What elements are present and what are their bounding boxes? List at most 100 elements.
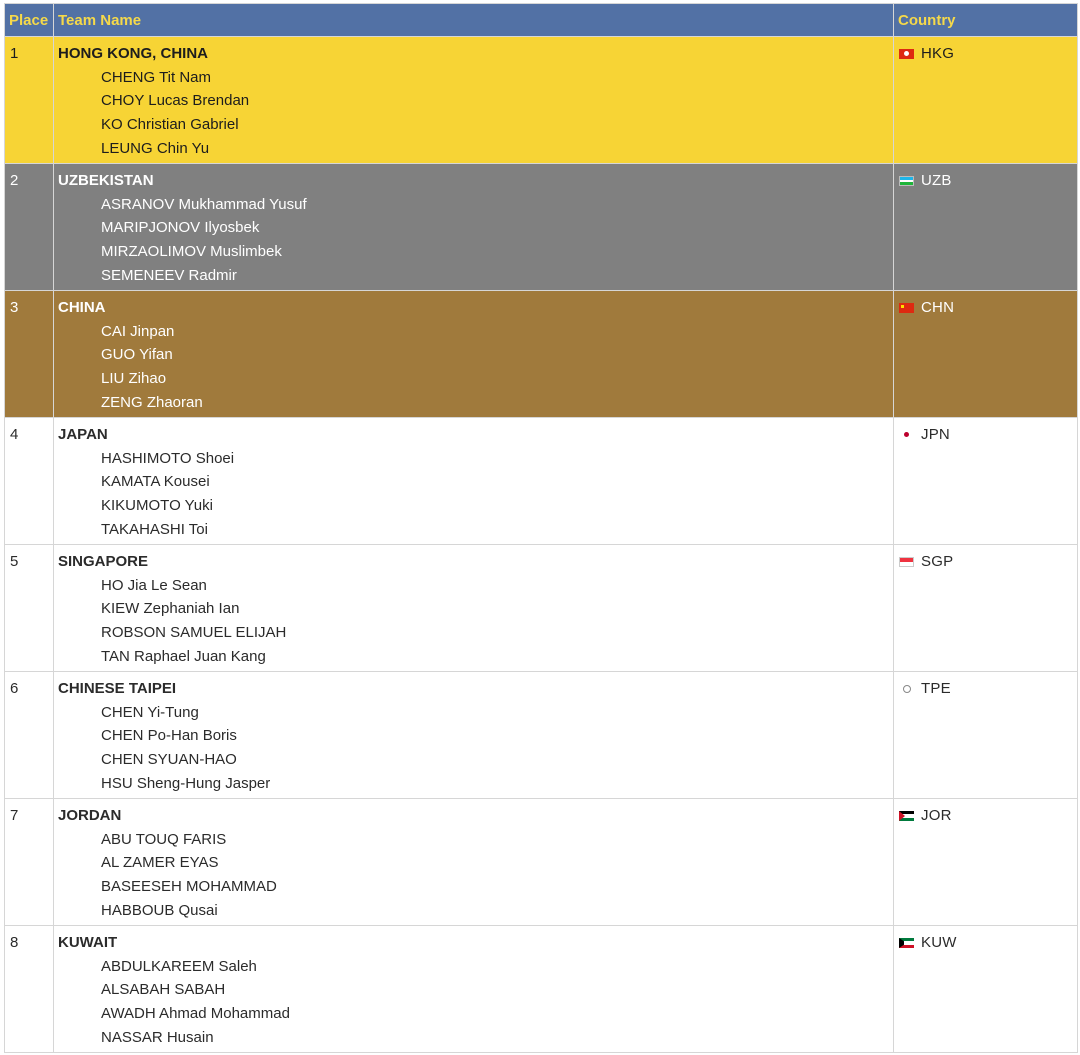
table-header-row: Place Team Name Country bbox=[4, 3, 1078, 37]
team-members: ASRANOV Mukhammad Yusuf MARIPJONOV Ilyos… bbox=[101, 196, 893, 285]
team-member[interactable]: LIU Zihao bbox=[101, 370, 893, 388]
team-members: CAI Jinpan GUO Yifan LIU Zihao ZENG Zhao… bbox=[101, 323, 893, 412]
table-row: 7 JORDAN ABU TOUQ FARIS AL ZAMER EYAS BA… bbox=[4, 798, 1078, 926]
country-code: CHN bbox=[921, 299, 955, 316]
country-code: JPN bbox=[921, 426, 950, 443]
place-cell: 8 bbox=[4, 925, 54, 1053]
team-members: ABDULKAREEM Saleh ALSABAH SABAH AWADH Ah… bbox=[101, 958, 893, 1047]
team-cell: KUWAIT ABDULKAREEM Saleh ALSABAH SABAH A… bbox=[53, 925, 894, 1053]
country: KUW bbox=[899, 934, 1077, 952]
team-member[interactable]: KIEW Zephaniah Ian bbox=[101, 600, 893, 618]
team-member[interactable]: CHEN SYUAN-HAO bbox=[101, 751, 893, 769]
hkg-flag-icon bbox=[899, 49, 914, 59]
team-members: HO Jia Le Sean KIEW Zephaniah Ian ROBSON… bbox=[101, 577, 893, 666]
place-cell: 7 bbox=[4, 798, 54, 926]
country-code: HKG bbox=[921, 45, 955, 62]
team-members: CHENG Tit Nam CHOY Lucas Brendan KO Chri… bbox=[101, 69, 893, 158]
table-row: 1 HONG KONG, CHINA CHENG Tit Nam CHOY Lu… bbox=[4, 36, 1078, 164]
country: SGP bbox=[899, 553, 1077, 571]
place-cell: 6 bbox=[4, 671, 54, 799]
team-name[interactable]: SINGAPORE bbox=[58, 553, 893, 571]
team-cell: SINGAPORE HO Jia Le Sean KIEW Zephaniah … bbox=[53, 544, 894, 672]
team-member[interactable]: MARIPJONOV Ilyosbek bbox=[101, 219, 893, 237]
team-cell: HONG KONG, CHINA CHENG Tit Nam CHOY Luca… bbox=[53, 36, 894, 164]
team-member[interactable]: ZENG Zhaoran bbox=[101, 394, 893, 412]
team-name[interactable]: UZBEKISTAN bbox=[58, 172, 893, 190]
team-member[interactable]: HO Jia Le Sean bbox=[101, 577, 893, 595]
country-cell: HKG bbox=[893, 36, 1078, 164]
place-cell: 4 bbox=[4, 417, 54, 545]
team-name[interactable]: JORDAN bbox=[58, 807, 893, 825]
place-cell: 3 bbox=[4, 290, 54, 418]
team-name[interactable]: KUWAIT bbox=[58, 934, 893, 952]
table-row: 5 SINGAPORE HO Jia Le Sean KIEW Zephania… bbox=[4, 544, 1078, 672]
table-row: 3 CHINA CAI Jinpan GUO Yifan LIU Zihao Z… bbox=[4, 290, 1078, 418]
team-member[interactable]: CHEN Po-Han Boris bbox=[101, 727, 893, 745]
table-row: 6 CHINESE TAIPEI CHEN Yi-Tung CHEN Po-Ha… bbox=[4, 671, 1078, 799]
team-cell: CHINA CAI Jinpan GUO Yifan LIU Zihao ZEN… bbox=[53, 290, 894, 418]
team-cell: UZBEKISTAN ASRANOV Mukhammad Yusuf MARIP… bbox=[53, 163, 894, 291]
team-member[interactable]: KAMATA Kousei bbox=[101, 473, 893, 491]
team-name[interactable]: HONG KONG, CHINA bbox=[58, 45, 893, 63]
country: HKG bbox=[899, 45, 1077, 63]
jor-flag-icon bbox=[899, 811, 914, 821]
kuw-flag-icon bbox=[899, 938, 914, 948]
team-member[interactable]: ROBSON SAMUEL ELIJAH bbox=[101, 624, 893, 642]
country-cell: JPN bbox=[893, 417, 1078, 545]
country: UZB bbox=[899, 172, 1077, 190]
team-name[interactable]: CHINESE TAIPEI bbox=[58, 680, 893, 698]
header-country[interactable]: Country bbox=[893, 3, 1078, 37]
team-member[interactable]: AWADH Ahmad Mohammad bbox=[101, 1005, 893, 1023]
country: JPN bbox=[899, 426, 1077, 444]
team-member[interactable]: TAN Raphael Juan Kang bbox=[101, 648, 893, 666]
country-cell: TPE bbox=[893, 671, 1078, 799]
header-place[interactable]: Place bbox=[4, 3, 54, 37]
country: TPE bbox=[899, 680, 1077, 698]
country: JOR bbox=[899, 807, 1077, 825]
country-cell: SGP bbox=[893, 544, 1078, 672]
team-member[interactable]: ABDULKAREEM Saleh bbox=[101, 958, 893, 976]
jpn-flag-icon bbox=[899, 430, 914, 440]
country-code: TPE bbox=[921, 680, 951, 697]
team-member[interactable]: BASEESEH MOHAMMAD bbox=[101, 878, 893, 896]
team-member[interactable]: AL ZAMER EYAS bbox=[101, 854, 893, 872]
country-cell: UZB bbox=[893, 163, 1078, 291]
team-members: HASHIMOTO Shoei KAMATA Kousei KIKUMOTO Y… bbox=[101, 450, 893, 539]
team-member[interactable]: HABBOUB Qusai bbox=[101, 902, 893, 920]
team-member[interactable]: HASHIMOTO Shoei bbox=[101, 450, 893, 468]
team-member[interactable]: CHENG Tit Nam bbox=[101, 69, 893, 87]
place-cell: 5 bbox=[4, 544, 54, 672]
sgp-flag-icon bbox=[899, 557, 914, 567]
team-member[interactable]: CHEN Yi-Tung bbox=[101, 704, 893, 722]
team-member[interactable]: KO Christian Gabriel bbox=[101, 116, 893, 134]
team-member[interactable]: NASSAR Husain bbox=[101, 1029, 893, 1047]
team-member[interactable]: MIRZAOLIMOV Muslimbek bbox=[101, 243, 893, 261]
uzb-flag-icon bbox=[899, 176, 914, 186]
country-code: SGP bbox=[921, 553, 954, 570]
place-cell: 1 bbox=[4, 36, 54, 164]
team-member[interactable]: ABU TOUQ FARIS bbox=[101, 831, 893, 849]
country-code: KUW bbox=[921, 934, 957, 951]
header-team-name[interactable]: Team Name bbox=[53, 3, 894, 37]
country-cell: CHN bbox=[893, 290, 1078, 418]
team-member[interactable]: GUO Yifan bbox=[101, 346, 893, 364]
team-name[interactable]: CHINA bbox=[58, 299, 893, 317]
team-member[interactable]: ALSABAH SABAH bbox=[101, 981, 893, 999]
team-member[interactable]: SEMENEEV Radmir bbox=[101, 267, 893, 285]
team-member[interactable]: ASRANOV Mukhammad Yusuf bbox=[101, 196, 893, 214]
team-member[interactable]: LEUNG Chin Yu bbox=[101, 140, 893, 158]
team-member[interactable]: TAKAHASHI Toi bbox=[101, 521, 893, 539]
place-cell: 2 bbox=[4, 163, 54, 291]
country-code: UZB bbox=[921, 172, 952, 189]
team-cell: JORDAN ABU TOUQ FARIS AL ZAMER EYAS BASE… bbox=[53, 798, 894, 926]
country-cell: JOR bbox=[893, 798, 1078, 926]
country: CHN bbox=[899, 299, 1077, 317]
team-name[interactable]: JAPAN bbox=[58, 426, 893, 444]
team-member[interactable]: CHOY Lucas Brendan bbox=[101, 92, 893, 110]
table-row: 8 KUWAIT ABDULKAREEM Saleh ALSABAH SABAH… bbox=[4, 925, 1078, 1053]
team-member[interactable]: HSU Sheng-Hung Jasper bbox=[101, 775, 893, 793]
team-member[interactable]: KIKUMOTO Yuki bbox=[101, 497, 893, 515]
team-cell: JAPAN HASHIMOTO Shoei KAMATA Kousei KIKU… bbox=[53, 417, 894, 545]
team-members: CHEN Yi-Tung CHEN Po-Han Boris CHEN SYUA… bbox=[101, 704, 893, 793]
team-member[interactable]: CAI Jinpan bbox=[101, 323, 893, 341]
